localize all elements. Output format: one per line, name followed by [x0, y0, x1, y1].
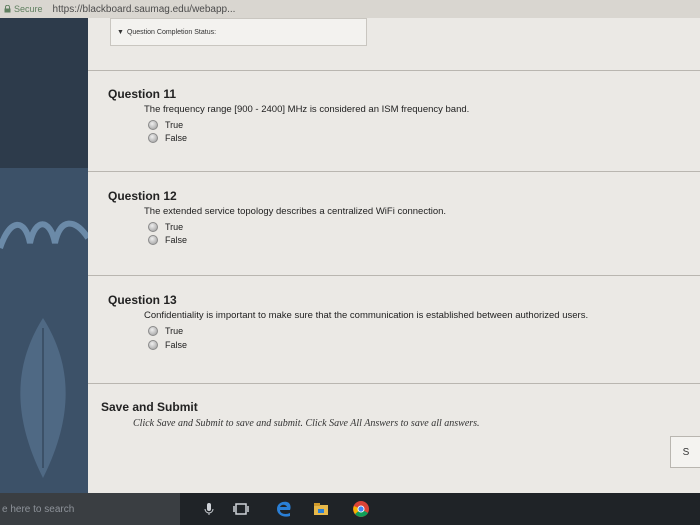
lock-icon — [4, 5, 11, 13]
radio-button[interactable] — [148, 120, 158, 130]
question-title: Question 12 — [108, 189, 177, 203]
university-logo — [0, 220, 88, 250]
option-false[interactable]: False — [148, 340, 187, 350]
microphone-icon[interactable] — [200, 500, 218, 518]
radio-button[interactable] — [148, 235, 158, 245]
browser-address-bar[interactable]: Secure https://blackboard.saumag.edu/web… — [0, 0, 700, 19]
url-text[interactable]: https://blackboard.saumag.edu/webapp... — [53, 4, 236, 15]
option-true[interactable]: True — [148, 120, 183, 130]
taskbar-search[interactable]: e here to search — [0, 493, 180, 525]
question-text: Confidentiality is important to make sur… — [144, 310, 589, 321]
search-placeholder: e here to search — [2, 503, 75, 515]
divider — [88, 275, 700, 276]
option-true[interactable]: True — [148, 222, 183, 232]
option-label: True — [165, 222, 184, 232]
decorative-leaf-graphic — [20, 318, 66, 478]
windows-taskbar: e here to search — [0, 493, 700, 525]
sidebar-band — [0, 18, 88, 168]
status-label: Question Completion Status: — [126, 28, 217, 36]
radio-button[interactable] — [148, 133, 158, 143]
option-true[interactable]: True — [148, 326, 183, 336]
chrome-browser-icon[interactable] — [352, 500, 370, 518]
file-explorer-icon[interactable] — [312, 500, 330, 518]
divider — [88, 383, 700, 384]
option-label: False — [165, 340, 188, 350]
question-completion-status[interactable]: ▼ Question Completion Status: — [110, 18, 367, 46]
chevron-down-icon[interactable]: ▼ — [117, 29, 124, 36]
option-label: False — [165, 133, 188, 143]
option-label: True — [165, 326, 184, 336]
save-and-submit-heading: Save and Submit — [101, 400, 198, 414]
sidebar-panel — [0, 18, 88, 493]
radio-button[interactable] — [148, 340, 158, 350]
question-title: Question 13 — [108, 293, 177, 307]
option-label: False — [165, 235, 188, 245]
option-false[interactable]: False — [148, 235, 187, 245]
save-all-button[interactable]: S — [670, 436, 700, 468]
option-label: True — [165, 120, 184, 130]
radio-button[interactable] — [148, 222, 158, 232]
radio-button[interactable] — [148, 326, 158, 336]
assessment-content: ▼ Question Completion Status: Question 1… — [88, 18, 700, 493]
edge-browser-icon[interactable] — [275, 500, 293, 518]
divider — [88, 171, 700, 172]
secure-label: Secure — [14, 4, 43, 14]
question-title: Question 11 — [108, 87, 177, 101]
question-text: The frequency range [900 - 2400] MHz is … — [144, 104, 470, 115]
task-view-icon[interactable] — [232, 500, 250, 518]
option-false[interactable]: False — [148, 133, 187, 143]
save-and-submit-instructions: Click Save and Submit to save and submit… — [133, 418, 480, 429]
divider — [88, 70, 700, 71]
question-text: The extended service topology describes … — [144, 206, 447, 217]
